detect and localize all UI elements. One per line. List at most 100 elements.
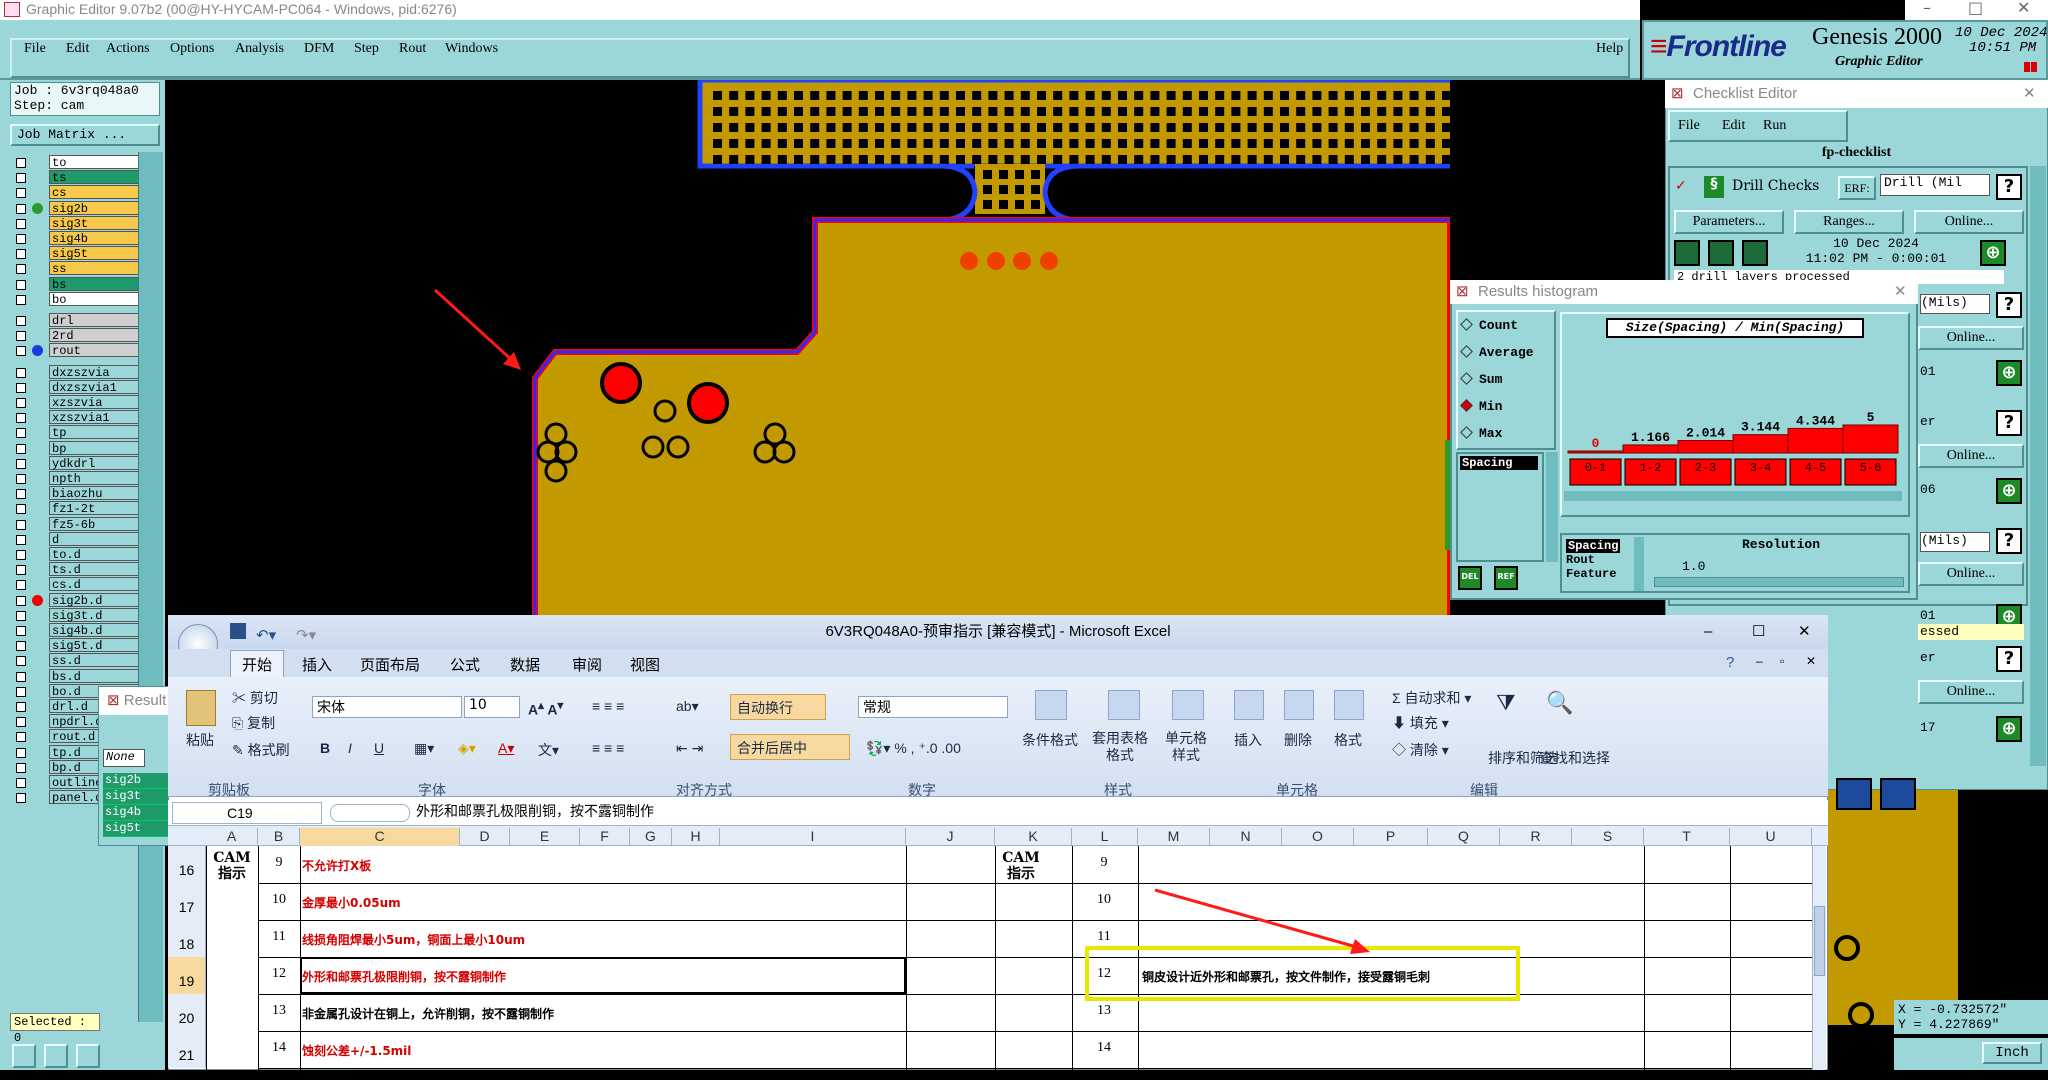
layer-name[interactable]: bs.d xyxy=(49,668,142,684)
menu-analysis[interactable]: Analysis xyxy=(235,41,284,57)
layer-name[interactable]: tp xyxy=(49,425,142,440)
tab-review[interactable]: 审阅 xyxy=(572,654,602,675)
underline-button[interactable]: U xyxy=(374,740,384,756)
row-header[interactable]: 16 xyxy=(168,846,206,883)
layer-name[interactable]: ss xyxy=(49,261,142,276)
none-field[interactable]: None xyxy=(103,749,145,767)
layer-row[interactable]: bs.d xyxy=(12,668,142,684)
layer-name[interactable]: xzszvia1 xyxy=(49,410,142,425)
save-icon[interactable] xyxy=(230,623,246,639)
checklist-menu-edit[interactable]: Edit xyxy=(1722,118,1745,134)
column-header[interactable]: O xyxy=(1282,828,1354,846)
menu-actions[interactable]: Actions xyxy=(106,41,150,57)
layer-checkbox[interactable] xyxy=(16,234,26,244)
instruction-cell[interactable]: 金厚最小0.05um xyxy=(302,894,401,911)
layer-row[interactable]: to xyxy=(12,155,142,170)
insert-cells-icon[interactable] xyxy=(1234,690,1264,720)
close-icon[interactable]: ✕ xyxy=(1894,280,1907,304)
layer-checkbox[interactable] xyxy=(16,158,26,168)
layer-checkbox[interactable] xyxy=(16,519,26,530)
paste-icon[interactable] xyxy=(186,690,216,726)
tab-page-layout[interactable]: 页面布局 xyxy=(360,654,420,675)
layer-row[interactable]: sig2b.d xyxy=(12,592,142,608)
row-header[interactable]: 19 xyxy=(168,957,206,994)
fill-button[interactable]: ⬇ 填充 ▾ xyxy=(1392,713,1449,733)
column-header[interactable]: N xyxy=(1210,828,1282,846)
layer-name[interactable]: ts xyxy=(49,170,142,185)
layer-name[interactable]: bo xyxy=(49,291,142,307)
layer-checkbox[interactable] xyxy=(16,778,26,788)
results-icon[interactable] xyxy=(1742,240,1768,266)
layer-row[interactable]: biaozhu xyxy=(12,486,142,501)
histogram-tool-icon[interactable] xyxy=(1836,778,1872,810)
column-header[interactable]: J xyxy=(906,828,995,846)
zoom-result-icon[interactable]: ⊕ xyxy=(1996,478,2022,504)
layer-checkbox[interactable] xyxy=(16,474,26,484)
conditional-format-icon[interactable] xyxy=(1035,690,1067,720)
active-cell[interactable] xyxy=(300,957,906,994)
column-header[interactable]: R xyxy=(1500,828,1572,846)
autosum-button[interactable]: Σ 自动求和 ▾ xyxy=(1392,688,1471,708)
checklist-scrollbar[interactable] xyxy=(2030,166,2046,766)
check-mark-icon[interactable]: ✓ xyxy=(1675,178,1687,194)
tab-view[interactable]: 视图 xyxy=(630,654,660,675)
help-icon[interactable]: ? xyxy=(1996,410,2022,436)
layer-checkbox[interactable] xyxy=(16,595,26,606)
layer-row[interactable]: cs.d xyxy=(12,577,142,592)
vertical-scrollbar[interactable] xyxy=(1812,846,1826,1070)
zoom-result-icon[interactable]: ⊕ xyxy=(1996,716,2022,742)
layer-scrollbar[interactable] xyxy=(138,152,163,1022)
layer-name[interactable]: drl xyxy=(49,313,142,328)
tab-data[interactable]: 数据 xyxy=(510,654,540,675)
redo-icon[interactable]: ↷▾ xyxy=(296,619,316,653)
layer-checkbox[interactable] xyxy=(16,331,26,342)
indent-icon[interactable]: ⇤ ⇥ xyxy=(676,740,703,757)
layer-row[interactable]: xzszvia xyxy=(12,395,142,410)
layer-checkbox[interactable] xyxy=(16,656,26,667)
resolution-list[interactable]: Spacing Rout Feature xyxy=(1566,539,1621,581)
mode-min[interactable]: Min xyxy=(1460,399,1502,414)
layer-name[interactable]: cs.d xyxy=(49,577,142,592)
layer-name[interactable]: to xyxy=(49,155,142,170)
layer-checkbox[interactable] xyxy=(16,264,26,275)
result-item[interactable]: sig5t xyxy=(103,821,169,837)
help-icon[interactable]: ? xyxy=(1996,528,2022,554)
number-format-select[interactable]: 常规 xyxy=(858,696,1008,718)
layer-name[interactable]: bs xyxy=(49,276,142,292)
menu-rout[interactable]: Rout xyxy=(399,41,426,57)
layer-name[interactable]: sig5t.d xyxy=(49,638,142,653)
font-color-icon[interactable]: A▾ xyxy=(498,740,514,757)
histogram-list[interactable]: Spacing xyxy=(1456,452,1544,562)
column-header[interactable]: S xyxy=(1572,828,1644,846)
layer-row[interactable]: tp xyxy=(12,425,142,440)
layer-name[interactable]: ydkdrl xyxy=(49,455,142,471)
layer-name[interactable]: cs xyxy=(49,185,142,200)
delete-cells-button[interactable]: 删除 xyxy=(1284,730,1312,750)
column-header[interactable]: U xyxy=(1730,828,1812,846)
mode-max[interactable]: Max xyxy=(1460,426,1502,441)
maximize-icon[interactable]: ☐ xyxy=(1752,615,1765,649)
layer-checkbox[interactable] xyxy=(16,203,26,214)
cell-styles-icon[interactable] xyxy=(1172,690,1204,720)
layer-row[interactable]: sig2b xyxy=(12,200,142,216)
column-header[interactable]: G xyxy=(630,828,672,846)
erf-value[interactable]: Drill (Mil xyxy=(1880,174,1990,196)
online-button[interactable]: Online... xyxy=(1918,326,2024,350)
border-icon[interactable]: ▦▾ xyxy=(414,740,434,757)
layer-row[interactable]: bo xyxy=(12,291,142,307)
layer-row[interactable]: sig5t.d xyxy=(12,638,142,653)
layer-checkbox[interactable] xyxy=(16,565,26,576)
layer-checkbox[interactable] xyxy=(16,173,26,184)
run-icon[interactable] xyxy=(1674,240,1700,266)
mode-average[interactable]: Average xyxy=(1460,345,1534,360)
layer-name[interactable]: sig3t.d xyxy=(49,607,142,623)
cell-styles-button[interactable]: 单元格样式 xyxy=(1160,730,1212,764)
tab-home[interactable]: 开始 xyxy=(242,654,272,675)
layer-row[interactable]: ts xyxy=(12,170,142,185)
formula-input[interactable]: 外形和邮票孔极限削铜，按不露铜制作 xyxy=(416,802,654,822)
column-header[interactable]: H xyxy=(672,828,720,846)
layer-row[interactable]: sig4b.d xyxy=(12,623,142,638)
table-format-icon[interactable] xyxy=(1108,690,1140,720)
layer-row[interactable]: d xyxy=(12,531,142,547)
layer-name[interactable]: dxzszvia1 xyxy=(49,379,142,395)
